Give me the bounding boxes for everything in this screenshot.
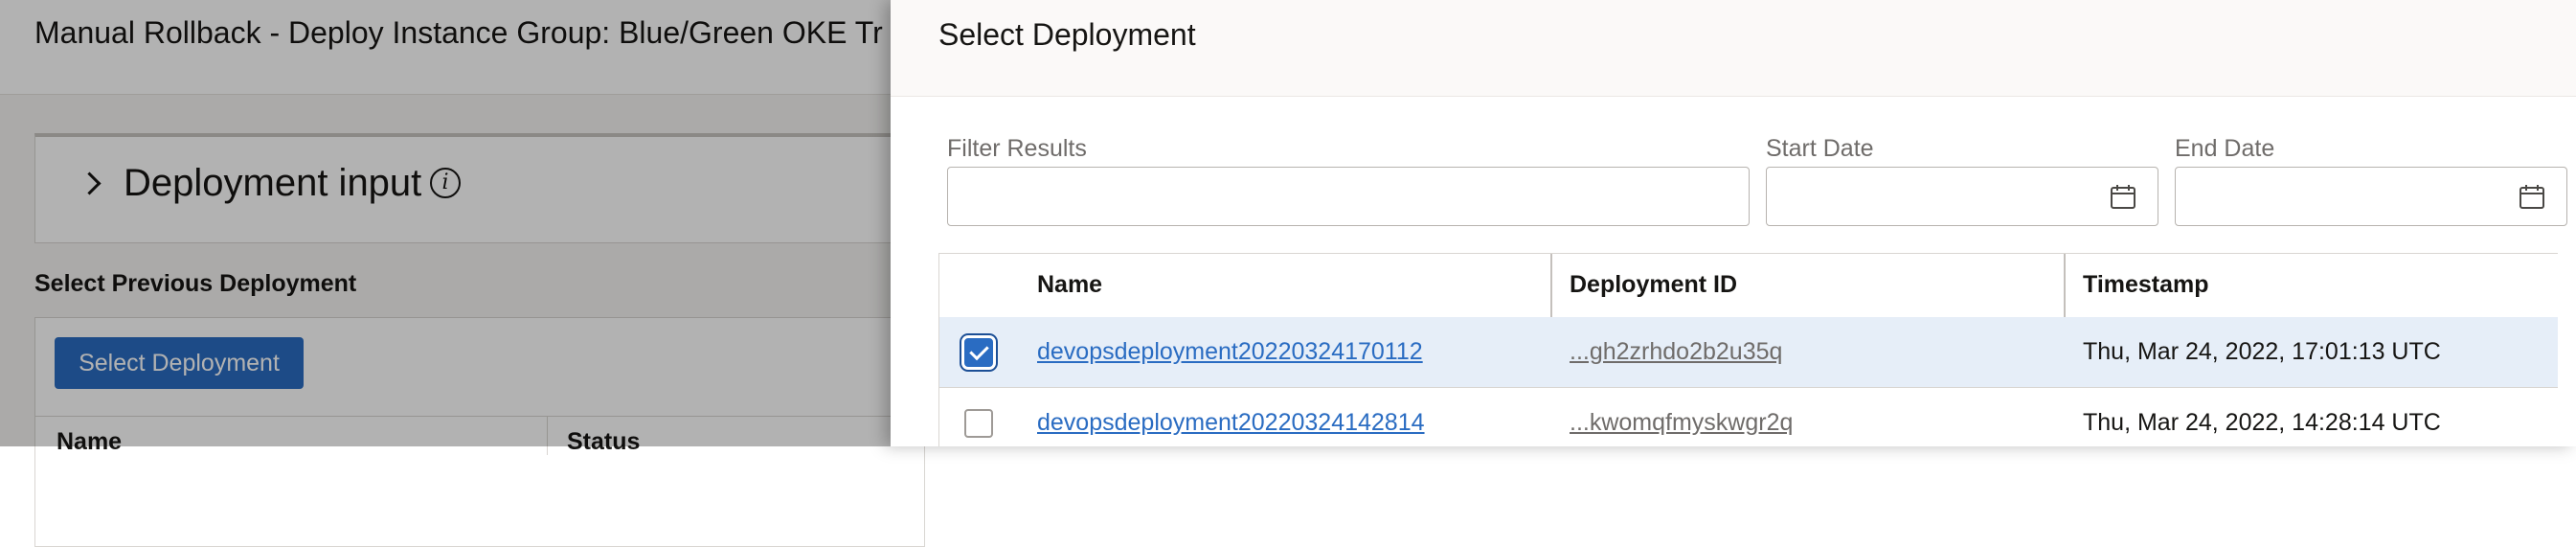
column-header-name[interactable]: Name [1037,271,1102,299]
filter-results-label: Filter Results [947,135,1087,162]
drawer-title: Select Deployment [938,17,1196,52]
table-row[interactable]: devopsdeployment20220324170112 ...gh2zrh… [939,317,2558,388]
start-date-label: Start Date [1766,135,1874,162]
deployments-table-header: Name Deployment ID Timestamp [939,254,2558,319]
modal-scrim[interactable] [0,0,891,446]
calendar-icon[interactable] [2110,183,2136,210]
checkbox-checked-icon[interactable] [964,338,993,367]
column-header-timestamp[interactable]: Timestamp [2083,271,2209,299]
deployment-id-link[interactable]: ...kwomqfmyskwgr2q [1570,409,1793,437]
background-page: Manual Rollback - Deploy Instance Group:… [0,0,926,547]
end-date-label: End Date [2175,135,2275,162]
deployment-name-link[interactable]: devopsdeployment20220324142814 [1037,409,1425,437]
end-date-input[interactable] [2175,167,2567,226]
deployment-name-link[interactable]: devopsdeployment20220324170112 [1037,338,1423,366]
filter-results-input[interactable] [947,167,1750,226]
start-date-input[interactable] [1766,167,2158,226]
table-row[interactable]: devopsdeployment20220324142814 ...kwomqf… [939,388,2558,446]
column-divider[interactable] [2064,254,2066,317]
deployment-id-link[interactable]: ...gh2zrhdo2b2u35q [1570,338,1782,366]
deployment-timestamp: Thu, Mar 24, 2022, 14:28:14 UTC [2083,409,2441,436]
deployment-timestamp: Thu, Mar 24, 2022, 17:01:13 UTC [2083,338,2441,365]
checkbox-empty-icon[interactable] [964,409,993,438]
column-divider[interactable] [1550,254,1552,317]
select-deployment-drawer: Select Deployment Filter Results Start D… [891,0,2576,446]
calendar-icon[interactable] [2519,183,2545,210]
column-header-deployment-id[interactable]: Deployment ID [1570,271,1737,299]
drawer-header: Select Deployment [891,0,2576,97]
deployments-table: Name Deployment ID Timestamp devopsdeplo… [938,253,2558,446]
